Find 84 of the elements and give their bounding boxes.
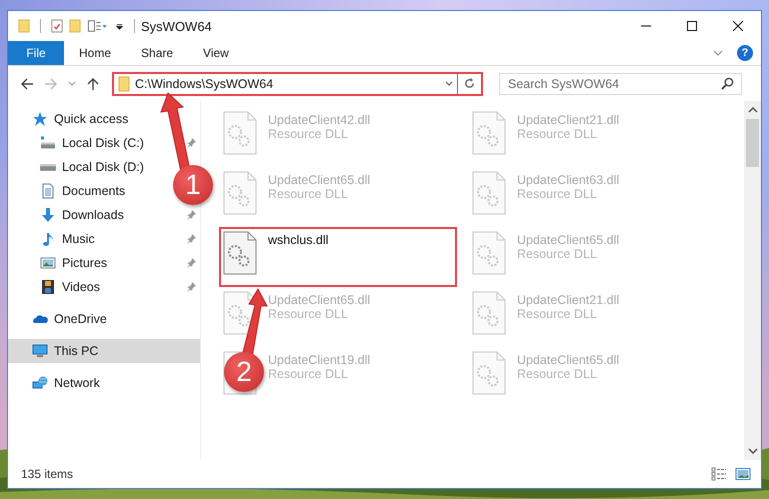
picture-icon: [40, 255, 56, 271]
file-type: Resource DLL: [268, 127, 348, 141]
file-name: UpdateClient65.dll: [268, 173, 370, 187]
search-icon[interactable]: [721, 76, 734, 90]
view-icon[interactable]: [87, 19, 109, 33]
address-path: C:\Windows\SysWOW64: [135, 76, 274, 90]
file-type: Resource DLL: [268, 307, 348, 321]
nav-item[interactable]: Local Disk (C:): [8, 131, 148, 155]
file-type: Resource DLL: [268, 187, 348, 201]
file-type: Resource DLL: [517, 307, 597, 321]
dll-file-icon: [223, 111, 257, 155]
file-name: UpdateClient21.dll: [517, 293, 620, 307]
drive-icon: [40, 164, 56, 170]
file-tile[interactable]: wshclus.dll: [219, 227, 457, 287]
drive-icon: [40, 135, 56, 151]
customize-toolbar-icon[interactable]: [115, 22, 124, 30]
chevron-down-icon[interactable]: [713, 50, 723, 56]
search-field[interactable]: Search SysWOW64: [499, 72, 742, 94]
film-icon: [40, 279, 56, 295]
address-bar[interactable]: C:\Windows\SysWOW64: [112, 72, 483, 96]
ribbon-tab[interactable]: View: [188, 41, 244, 65]
file-name: UpdateClient65.dll: [517, 233, 620, 247]
nav-item[interactable]: Pictures: [8, 251, 112, 275]
nav-item[interactable]: Downloads: [8, 203, 128, 227]
scrollbar[interactable]: [744, 101, 761, 460]
pin-icon[interactable]: [186, 210, 196, 220]
help-button[interactable]: ?: [737, 45, 753, 61]
folder-icon: [118, 76, 130, 92]
minimize-icon[interactable]: [641, 25, 651, 27]
nav-item[interactable]: OneDrive: [8, 307, 111, 331]
folder-icon: [18, 19, 30, 33]
close-icon[interactable]: [733, 21, 743, 31]
nav-item[interactable]: Quick access: [8, 107, 132, 131]
up-arrow-icon[interactable]: [86, 76, 100, 90]
nav-item[interactable]: Local Disk (D:): [8, 155, 148, 179]
nav-item[interactable]: Music: [8, 227, 99, 251]
file-type: Resource DLL: [517, 187, 597, 201]
file-name: UpdateClient63.dll: [517, 173, 620, 187]
ribbon-tab[interactable]: Share: [126, 41, 188, 65]
scroll-down-icon[interactable]: [748, 448, 758, 454]
dll-file-icon: [472, 171, 506, 215]
nav-item[interactable]: Documents: [8, 179, 130, 203]
dll-file-icon: [472, 351, 506, 395]
file-tab[interactable]: File: [8, 41, 64, 65]
scroll-thumb[interactable]: [746, 119, 759, 167]
file-type: Resource DLL: [268, 367, 348, 381]
ribbon-tab[interactable]: Home: [64, 41, 126, 65]
nav-item[interactable]: Videos: [8, 275, 104, 299]
dll-file-icon: [472, 291, 506, 335]
window-title: SysWOW64: [141, 18, 212, 34]
file-name: UpdateClient21.dll: [517, 113, 620, 127]
file-type: Resource DLL: [517, 367, 597, 381]
network-icon: [32, 375, 48, 391]
dll-file-icon: [472, 231, 506, 275]
dll-file-icon: [223, 171, 257, 215]
monitor-icon: [32, 343, 48, 359]
nav-item[interactable]: Network: [8, 371, 104, 395]
dll-file-icon: [223, 231, 257, 275]
file-name: UpdateClient42.dll: [268, 113, 370, 127]
file-name: wshclus.dll: [268, 233, 328, 247]
scroll-up-icon[interactable]: [748, 107, 758, 113]
large-icons-view-icon[interactable]: [735, 467, 751, 481]
file-name: UpdateClient65.dll: [268, 293, 370, 307]
pin-icon[interactable]: [186, 138, 196, 148]
chevron-down-icon[interactable]: [445, 80, 453, 86]
properties-icon[interactable]: [51, 19, 63, 33]
document-icon: [40, 183, 56, 199]
star-icon: [32, 111, 48, 127]
file-name: UpdateClient65.dll: [517, 353, 620, 367]
nav-item[interactable]: This PC: [8, 339, 200, 363]
download-arrow-icon: [40, 207, 56, 223]
details-view-icon[interactable]: [711, 467, 727, 481]
pin-icon[interactable]: [186, 258, 196, 268]
refresh-icon[interactable]: [463, 77, 476, 90]
file-type: Resource DLL: [517, 127, 597, 141]
back-arrow-icon[interactable]: [20, 76, 34, 90]
maximize-icon[interactable]: [687, 21, 697, 31]
file-type: Resource DLL: [517, 247, 597, 261]
music-note-icon: [40, 231, 56, 247]
item-count: 135 items: [21, 467, 74, 481]
file-name: UpdateClient19.dll: [268, 353, 370, 367]
pin-icon[interactable]: [186, 282, 196, 292]
dll-file-icon: [472, 111, 506, 155]
pin-icon[interactable]: [186, 234, 196, 244]
